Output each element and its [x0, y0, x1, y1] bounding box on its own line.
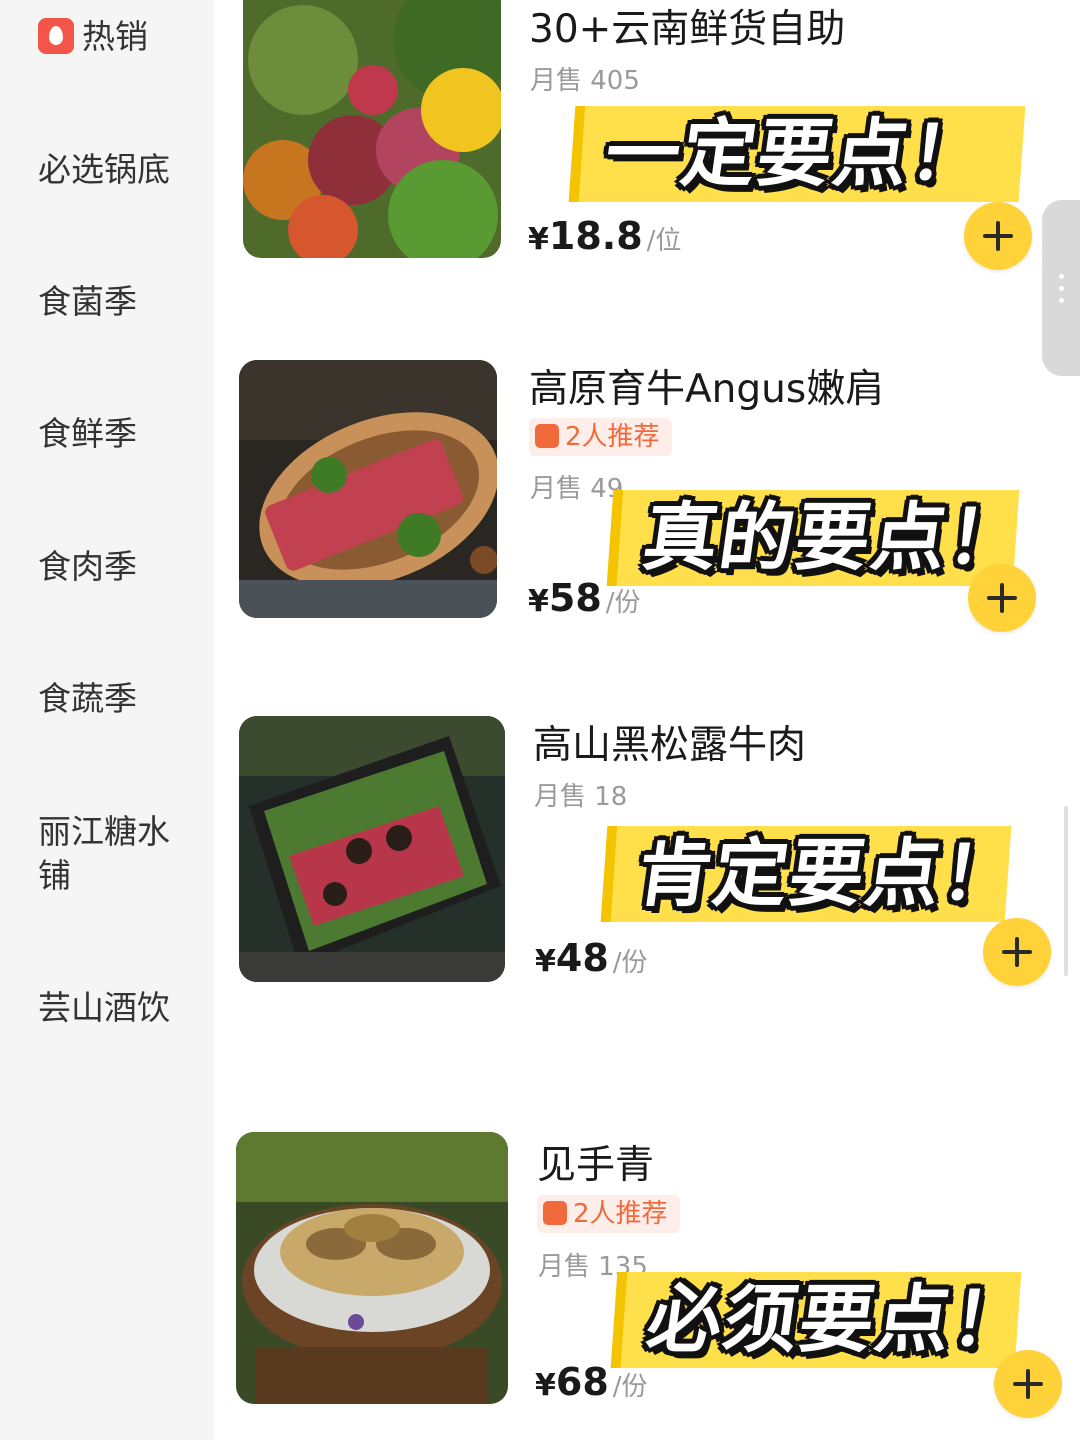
sidebar-item-label: 热销: [82, 17, 148, 56]
recommend-badge: 2人推荐: [537, 1195, 680, 1233]
promo-sticker: 一定要点！: [578, 106, 1026, 202]
product-price: ¥18.8/位: [528, 214, 682, 258]
monthly-sales: 月售 18: [534, 782, 628, 812]
product-name[interactable]: 高山黑松露牛肉: [533, 714, 806, 770]
fire-icon: [38, 17, 74, 54]
sidebar-item-mushroom[interactable]: 食菌季: [38, 280, 188, 324]
product-price: ¥58/份: [528, 576, 641, 620]
sidebar-item-vegetable[interactable]: 食蔬季: [38, 677, 188, 721]
sidebar-item-label: 芸山酒饮: [38, 988, 170, 1027]
recommend-badge: 2人推荐: [529, 418, 672, 456]
sidebar-item-meat[interactable]: 食肉季: [38, 545, 188, 589]
sidebar-item-soup-base[interactable]: 必选锅底: [38, 148, 188, 192]
product-name[interactable]: 见手青: [537, 1134, 654, 1190]
promo-sticker: 必须要点！: [620, 1272, 1034, 1368]
sidebar-item-label: 食蔬季: [38, 679, 137, 718]
sidebar-item-drinks[interactable]: 芸山酒饮: [38, 986, 188, 1030]
add-to-cart-button[interactable]: [968, 564, 1036, 632]
sidebar-item-dessert[interactable]: 丽江糖水铺: [38, 810, 178, 898]
scrollbar[interactable]: [1064, 806, 1068, 976]
sidebar-item-fresh[interactable]: 食鲜季: [38, 412, 188, 456]
monthly-sales: 月售 49: [530, 474, 624, 504]
sidebar-item-label: 丽江糖水铺: [38, 812, 170, 895]
sidebar-item-label: 必选锅底: [38, 150, 170, 189]
add-to-cart-button[interactable]: [964, 202, 1032, 270]
product-price: ¥68/份: [535, 1360, 648, 1404]
add-to-cart-button[interactable]: [983, 918, 1051, 986]
category-sidebar: 热销 必选锅底 食菌季 食鲜季 食肉季 食蔬季 丽江糖水铺 芸山酒饮: [0, 0, 214, 1440]
sidebar-item-label: 食鲜季: [38, 414, 137, 453]
sidebar-item-label: 食菌季: [38, 282, 137, 321]
sidebar-item-label: 食肉季: [38, 547, 137, 586]
product-image-beef[interactable]: [239, 360, 497, 618]
product-image-mushroom[interactable]: [236, 1132, 508, 1404]
monthly-sales: 月售 405: [530, 66, 640, 96]
product-name[interactable]: 30+云南鲜货自助: [529, 0, 845, 54]
product-name[interactable]: 高原育牛Angus嫩肩: [529, 358, 884, 414]
product-image-vegetables[interactable]: [243, 0, 501, 258]
product-price: ¥48/份: [535, 936, 648, 980]
promo-sticker: 真的要点！: [616, 490, 1030, 586]
product-image-truffle-beef[interactable]: [239, 716, 505, 982]
recommend-icon: [535, 423, 559, 448]
sidebar-item-hot[interactable]: 热销: [38, 15, 188, 59]
promo-sticker: 肯定要点！: [610, 826, 1024, 922]
floating-side-handle[interactable]: [1042, 200, 1080, 376]
add-to-cart-button[interactable]: [994, 1350, 1062, 1418]
recommend-icon: [543, 1200, 567, 1225]
